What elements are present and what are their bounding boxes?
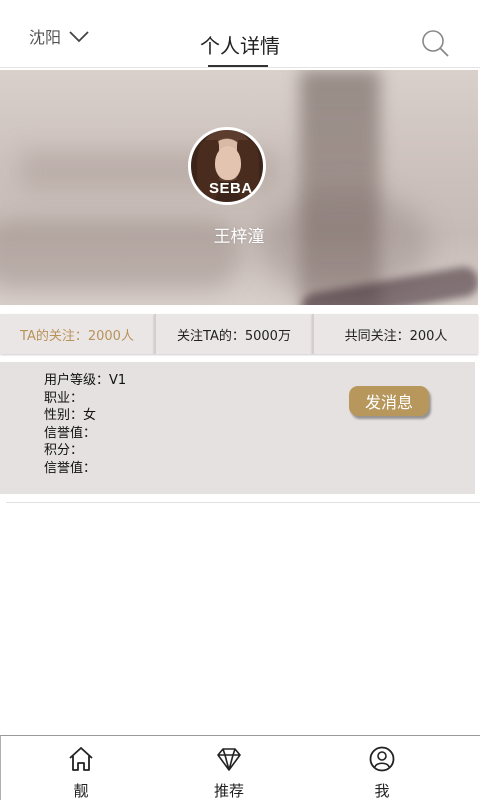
nav-item-home-label: 靓 (73, 782, 89, 800)
nav-item-recommend[interactable]: 推荐 (189, 736, 269, 800)
tab-followers-label: 关注TA的：5000万 (177, 328, 291, 344)
info-credit: 信誉值： (44, 425, 97, 441)
home-icon (69, 747, 93, 771)
tab-mutual-label: 共同关注：200人 (344, 328, 448, 344)
nav-item-me-label: 我 (374, 782, 390, 800)
info-points: 积分： (44, 443, 84, 458)
avatar-brand-text: SEBA (209, 180, 253, 197)
user-icon (369, 746, 395, 772)
title-underline (208, 65, 268, 67)
send-message-button[interactable]: 发消息 (349, 386, 429, 416)
user-info-card: 用户等级：V1 职业： 性别：女 信誉值： 积分： 信誉值： (0, 362, 475, 494)
info-credit-2: 信誉值： (44, 460, 97, 476)
user-name: 王梓潼 (213, 227, 265, 247)
search-icon[interactable] (420, 28, 450, 58)
bottom-nav: 靓 推荐 我 (0, 735, 480, 800)
stats-tabs: TA的关注：2000人 关注TA的：5000万 共同关注：200人 (0, 314, 478, 354)
avatar[interactable]: SEBA (188, 127, 266, 205)
tab-mutual[interactable]: 共同关注：200人 (312, 314, 478, 354)
tab-following[interactable]: TA的关注：2000人 (0, 314, 154, 354)
info-gender: 性别：女 (44, 408, 97, 423)
top-header: 沈阳 个人详情 (0, 0, 480, 68)
info-level: 用户等级：V1 (44, 373, 127, 388)
page-title: 个人详情 (200, 34, 280, 58)
nav-item-home[interactable]: 靓 (41, 736, 121, 800)
divider (6, 502, 480, 503)
info-list: 用户等级：V1 职业： 性别：女 信誉值： 积分： 信誉值： (44, 372, 126, 477)
diamond-icon (217, 748, 241, 771)
nav-item-me[interactable]: 我 (342, 736, 422, 800)
tab-following-label: TA的关注：2000人 (20, 328, 134, 344)
info-occupation: 职业： (44, 390, 84, 406)
eiffel-tower-blur (300, 70, 380, 305)
tab-followers[interactable]: 关注TA的：5000万 (154, 314, 312, 354)
nav-item-recommend-label: 推荐 (213, 782, 244, 800)
avatar-face (215, 146, 241, 180)
